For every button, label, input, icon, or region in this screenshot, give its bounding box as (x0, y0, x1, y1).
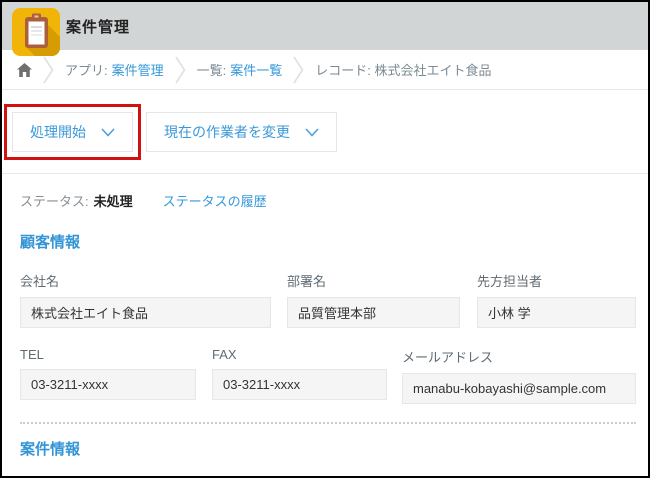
status-row: ステータス: 未処理 ステータスの履歴 (20, 191, 636, 210)
field-value: 株式会社エイト食品 (20, 297, 271, 328)
section-divider (20, 422, 636, 424)
field-value: 品質管理本部 (287, 297, 460, 328)
chevron-right-icon (293, 56, 304, 84)
breadcrumb-list-link[interactable]: 案件一覧 (230, 60, 282, 79)
clipboard-app-icon (12, 8, 60, 56)
field-label: FAX (212, 347, 237, 362)
status-label: ステータス: (20, 194, 89, 209)
breadcrumb-list-prefix: 一覧: (196, 63, 227, 78)
status-value: 未処理 (93, 194, 133, 209)
change-worker-button[interactable]: 現在の作業者を変更 (146, 112, 337, 152)
toolbar-divider (2, 173, 648, 174)
process-toolbar: 処理開始 現在の作業者を変更 (4, 104, 648, 160)
home-icon[interactable] (17, 62, 32, 77)
process-start-label: 処理開始 (30, 124, 86, 140)
record-detail: ステータス: 未処理 ステータスの履歴 顧客情報 会社名 株式会社エイト食品 部… (2, 191, 648, 459)
field-fax: FAX 03-3211-xxxx (212, 347, 387, 404)
field-department: 部署名 品質管理本部 (287, 271, 460, 328)
field-email: メールアドレス manabu-kobayashi@sample.com (402, 347, 636, 404)
field-label: TEL (20, 347, 44, 362)
field-row-1: 会社名 株式会社エイト食品 部署名 品質管理本部 先方担当者 小林 学 (20, 271, 636, 328)
field-company-name: 会社名 株式会社エイト食品 (20, 271, 271, 328)
breadcrumb-app-link[interactable]: 案件管理 (112, 60, 164, 79)
field-value: 小林 学 (477, 297, 636, 328)
app-header: 案件管理 (2, 2, 648, 56)
field-tel: TEL 03-3211-xxxx (20, 347, 196, 404)
breadcrumb: アプリ: 案件管理 一覧: 案件一覧 レコード: 株式会社エイト食品 (2, 50, 648, 90)
field-value: 03-3211-xxxx (212, 369, 387, 400)
field-row-2: TEL 03-3211-xxxx FAX 03-3211-xxxx メールアドレ… (20, 347, 636, 404)
field-label: 先方担当者 (477, 274, 543, 289)
section-heading-case-info: 案件情報 (20, 441, 81, 458)
field-value: 03-3211-xxxx (20, 369, 196, 400)
field-contact-person: 先方担当者 小林 学 (477, 271, 636, 328)
screenshot-frame: 案件管理 アプリ: 案件管理 一覧: 案件一覧 レコード: 株式会社エイト食品 … (0, 0, 650, 478)
chevron-down-icon (101, 124, 115, 140)
field-label: メールアドレス (402, 350, 494, 365)
annotation-highlight: 処理開始 (4, 104, 141, 160)
field-label: 会社名 (20, 274, 60, 289)
field-value: manabu-kobayashi@sample.com (402, 373, 636, 404)
breadcrumb-app-prefix: アプリ: (65, 63, 108, 78)
chevron-right-icon (43, 56, 54, 84)
chevron-down-icon (305, 124, 319, 140)
section-heading-customer-info: 顧客情報 (20, 234, 81, 251)
change-worker-label: 現在の作業者を変更 (164, 124, 290, 140)
field-label: 部署名 (287, 274, 327, 289)
breadcrumb-record-label: レコード: 株式会社エイト食品 (315, 63, 492, 78)
process-start-button[interactable]: 処理開始 (12, 112, 133, 152)
chevron-right-icon (174, 56, 186, 84)
status-history-link[interactable]: ステータスの履歴 (163, 191, 267, 210)
page-title: 案件管理 (66, 18, 131, 36)
